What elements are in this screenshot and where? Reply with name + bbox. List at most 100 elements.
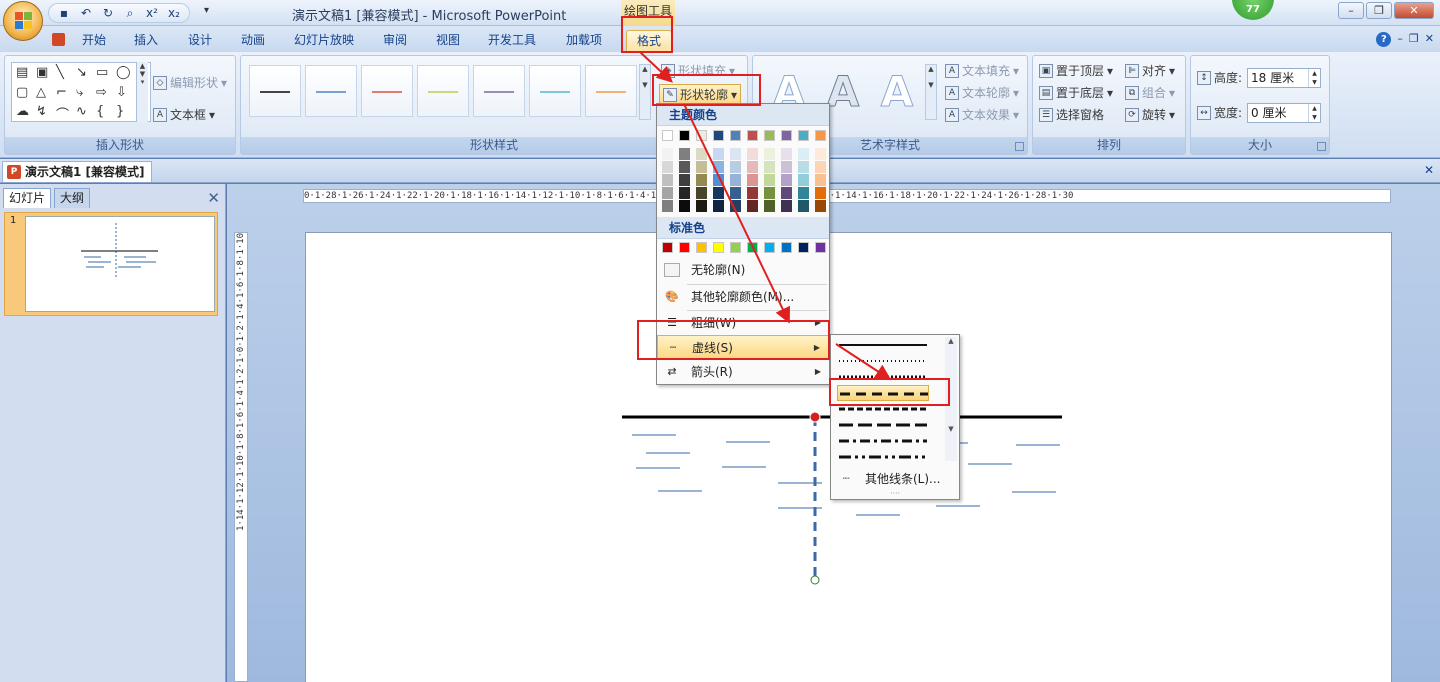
- dash-style-option[interactable]: [837, 353, 929, 369]
- wordart-dialog-launcher-icon[interactable]: [1015, 142, 1024, 151]
- theme-color-shade-swatch[interactable]: [662, 187, 673, 199]
- height-spinner-icon[interactable]: ▲ ▼: [1308, 69, 1320, 87]
- theme-color-shade-swatch[interactable]: [713, 200, 724, 212]
- tab-slideshow[interactable]: 幻灯片放映: [294, 30, 354, 52]
- theme-color-shade-swatch[interactable]: [798, 187, 809, 199]
- undo-icon[interactable]: ↶: [77, 5, 95, 21]
- help-icon[interactable]: ?: [1376, 32, 1392, 47]
- shape-gallery-scroll[interactable]: ▲ ▼ ▾: [136, 62, 148, 122]
- theme-color-shade-swatch[interactable]: [747, 200, 758, 212]
- standard-color-swatch[interactable]: [730, 242, 741, 253]
- theme-color-shade-swatch[interactable]: [662, 148, 673, 160]
- theme-color-shade-swatch[interactable]: [815, 187, 826, 199]
- bring-to-front-button[interactable]: ▣ 置于顶层 ▾: [1039, 62, 1113, 79]
- theme-color-shade-swatch[interactable]: [730, 200, 741, 212]
- theme-color-swatch[interactable]: [815, 130, 826, 141]
- theme-color-shade-swatch[interactable]: [662, 200, 673, 212]
- theme-color-shade-swatch[interactable]: [679, 161, 690, 173]
- theme-color-shade-swatch[interactable]: [781, 174, 792, 186]
- style-gallery-scroll[interactable]: ▲ ▼: [639, 64, 651, 120]
- ribbon-minimize-icon[interactable]: –: [1397, 32, 1403, 47]
- shape-gallery[interactable]: ▤ ▣ ╲ ↘ ▭ ◯ ▢ △ ⌐ ⤷ ⇨ ⇩ ☁ ↯ ⌒ ∿{}: [11, 62, 151, 123]
- tab-home[interactable]: 开始: [82, 30, 106, 52]
- standard-color-swatch[interactable]: [747, 242, 758, 253]
- document-tab[interactable]: P 演示文稿1 [兼容模式]: [2, 161, 152, 182]
- shape-style-swatch[interactable]: [249, 65, 301, 117]
- theme-color-swatch[interactable]: [730, 130, 741, 141]
- theme-color-shade-swatch[interactable]: [781, 148, 792, 160]
- theme-color-shade-swatch[interactable]: [798, 161, 809, 173]
- theme-color-shade-swatch[interactable]: [781, 187, 792, 199]
- theme-color-shade-swatch[interactable]: [713, 174, 724, 186]
- text-box-button[interactable]: A 文本框 ▾: [153, 106, 215, 123]
- tab-review[interactable]: 审阅: [383, 30, 407, 52]
- arrows-item[interactable]: ⇄ 箭头(R) ▶: [657, 360, 829, 384]
- size-dialog-launcher-icon[interactable]: [1317, 142, 1326, 151]
- width-input[interactable]: 0 厘米 ▲ ▼: [1247, 103, 1321, 123]
- send-to-back-button[interactable]: ▤ 置于底层 ▾: [1039, 84, 1113, 101]
- standard-color-swatch[interactable]: [662, 242, 673, 253]
- theme-color-shade-swatch[interactable]: [764, 148, 775, 160]
- theme-color-shade-swatch[interactable]: [747, 174, 758, 186]
- align-button[interactable]: ⊫ 对齐 ▾: [1125, 62, 1175, 79]
- theme-color-shade-swatch[interactable]: [781, 161, 792, 173]
- maximize-button[interactable]: ❐: [1366, 2, 1392, 19]
- theme-color-shade-swatch[interactable]: [730, 161, 741, 173]
- standard-color-swatch[interactable]: [798, 242, 809, 253]
- theme-color-shade-swatch[interactable]: [679, 187, 690, 199]
- tab-addins[interactable]: 加载项: [566, 30, 602, 52]
- theme-color-shade-swatch[interactable]: [798, 200, 809, 212]
- ribbon-close-icon[interactable]: ✕: [1425, 32, 1434, 47]
- tab-insert[interactable]: 插入: [134, 30, 158, 52]
- more-lines-item[interactable]: ┈ 其他线条(L)...: [831, 467, 959, 491]
- dash-style-option[interactable]: [837, 417, 929, 433]
- theme-color-swatch[interactable]: [713, 130, 724, 141]
- rotate-button[interactable]: ⟳ 旋转 ▾: [1125, 106, 1175, 123]
- standard-color-swatch[interactable]: [815, 242, 826, 253]
- close-document-icon[interactable]: ✕: [1424, 163, 1434, 177]
- line-end-handle[interactable]: [810, 575, 820, 585]
- shape-style-swatch[interactable]: [529, 65, 581, 117]
- office-button[interactable]: [3, 1, 43, 41]
- print-preview-icon[interactable]: ⌕: [121, 5, 139, 21]
- submenu-resize-grip[interactable]: ····: [831, 490, 959, 499]
- minimize-button[interactable]: –: [1338, 2, 1364, 19]
- shape-style-swatch[interactable]: [417, 65, 469, 117]
- theme-color-swatch[interactable]: [798, 130, 809, 141]
- theme-color-shade-swatch[interactable]: [764, 187, 775, 199]
- group-button[interactable]: ⧉ 组合 ▾: [1125, 84, 1175, 101]
- theme-color-shade-swatch[interactable]: [696, 200, 707, 212]
- theme-color-shade-swatch[interactable]: [713, 148, 724, 160]
- standard-color-swatch[interactable]: [696, 242, 707, 253]
- shape-style-swatch[interactable]: [361, 65, 413, 117]
- theme-color-shade-swatch[interactable]: [713, 187, 724, 199]
- theme-color-shade-swatch[interactable]: [815, 148, 826, 160]
- theme-color-shade-swatch[interactable]: [696, 148, 707, 160]
- shape-style-swatch[interactable]: [585, 65, 637, 117]
- theme-color-swatch[interactable]: [696, 130, 707, 141]
- theme-color-shade-swatch[interactable]: [730, 174, 741, 186]
- tab-outline[interactable]: 大纲: [54, 188, 91, 208]
- theme-color-shade-swatch[interactable]: [798, 174, 809, 186]
- theme-color-shade-swatch[interactable]: [815, 200, 826, 212]
- theme-color-shade-swatch[interactable]: [764, 161, 775, 173]
- standard-color-swatch[interactable]: [679, 242, 690, 253]
- theme-color-shade-swatch[interactable]: [679, 148, 690, 160]
- superscript-icon[interactable]: x²: [143, 5, 161, 21]
- wordart-style-3[interactable]: A: [871, 66, 923, 118]
- close-button[interactable]: ✕: [1394, 2, 1434, 19]
- theme-color-swatch[interactable]: [747, 130, 758, 141]
- theme-color-shade-swatch[interactable]: [747, 161, 758, 173]
- edit-shape-button[interactable]: ◇ 编辑形状 ▾: [153, 74, 227, 91]
- theme-color-shade-swatch[interactable]: [747, 187, 758, 199]
- customize-qat-icon[interactable]: ▾: [204, 5, 209, 16]
- theme-color-shade-swatch[interactable]: [696, 161, 707, 173]
- theme-color-shade-swatch[interactable]: [713, 161, 724, 173]
- theme-color-shade-swatch[interactable]: [747, 148, 758, 160]
- text-effect-button[interactable]: A 文本效果 ▾: [945, 106, 1019, 123]
- theme-color-shade-swatch[interactable]: [764, 200, 775, 212]
- dash-style-option[interactable]: [837, 337, 929, 353]
- tab-view[interactable]: 视图: [436, 30, 460, 52]
- theme-color-shade-swatch[interactable]: [662, 174, 673, 186]
- theme-color-shade-swatch[interactable]: [764, 174, 775, 186]
